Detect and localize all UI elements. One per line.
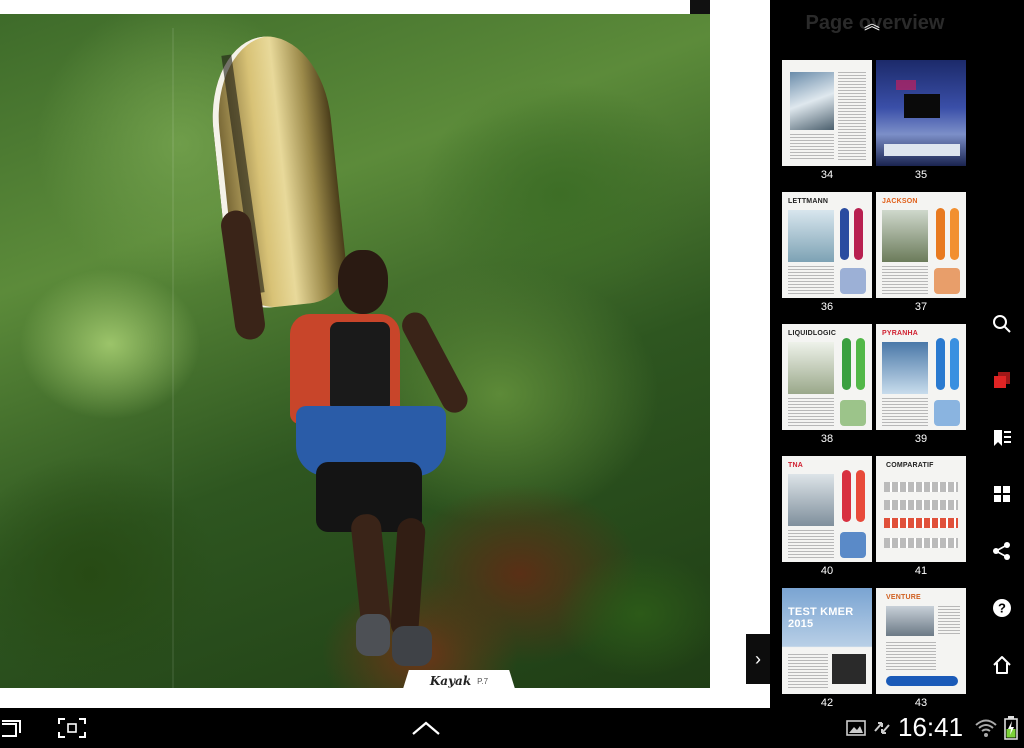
wifi-icon <box>975 719 997 737</box>
home-up-button[interactable] <box>408 714 444 742</box>
page-thumbnail[interactable]: 35 <box>876 60 966 192</box>
runner-vest <box>330 322 390 412</box>
collapse-panel-button[interactable]: ︽ <box>860 14 884 36</box>
thumbnail-row: 34 35 <box>782 60 968 192</box>
page-number: 40 <box>820 565 834 577</box>
thumbnail-title: VENTURE <box>886 594 921 601</box>
thumbnail-title: TEST KMER 2015 <box>788 606 854 630</box>
thumbnail-title: COMPARATIF <box>886 462 934 469</box>
svg-text:?: ? <box>998 601 1006 616</box>
grid-icon <box>994 486 1010 502</box>
page-thumbnail[interactable]: TNA 40 <box>782 456 872 588</box>
page-number: 38 <box>820 433 834 445</box>
page-number: 43 <box>914 697 928 708</box>
page-thumbnail[interactable]: PYRANHA 39 <box>876 324 966 456</box>
page-number: 36 <box>820 301 834 313</box>
runner-head <box>338 250 388 314</box>
double-chevron-up-icon: ︽ <box>863 16 880 33</box>
thumbnail-title: JACKSON <box>882 198 918 205</box>
page-number: 42 <box>820 697 834 708</box>
action-bar: ? <box>980 0 1024 708</box>
page-overview-panel: Page overview ︽ 34 35 LETTMANN 36 JACKSO… <box>770 0 980 708</box>
thumbnail-image: JACKSON <box>876 192 966 298</box>
sync-icon <box>874 722 890 734</box>
home-up-icon <box>412 721 440 735</box>
home-icon <box>993 656 1011 674</box>
folio-page-number: P.7 <box>477 676 489 686</box>
page-number: 34 <box>820 169 834 181</box>
panel-toggle-button[interactable]: › <box>746 634 770 684</box>
page-folio: Kayak P.7 <box>402 670 516 692</box>
thumbnail-image: LETTMANN <box>782 192 872 298</box>
bookmarks-button[interactable] <box>988 424 1016 452</box>
thumbnail-image: TNA <box>782 456 872 562</box>
page-thumbnail[interactable]: TEST KMER 2015 42 <box>782 588 872 708</box>
runner-leg <box>389 517 427 639</box>
recent-apps-button[interactable] <box>0 714 24 742</box>
thumbnail-title: LIQUIDLOGIC <box>788 330 837 337</box>
search-button[interactable] <box>988 310 1016 338</box>
spread-photo[interactable] <box>0 14 710 688</box>
folio-brand: Kayak <box>429 674 472 688</box>
page-thumbnail[interactable]: 34 <box>782 60 872 192</box>
wifi-status <box>974 714 998 742</box>
share-button[interactable] <box>988 537 1016 565</box>
thumbnail-image <box>876 60 966 166</box>
thumbnail-grid: 34 35 LETTMANN 36 JACKSON 37 LIQUIDLOGIC… <box>782 60 968 708</box>
page-number: 35 <box>914 169 928 181</box>
thumbnail-title: PYRANHA <box>882 330 919 337</box>
page-thumbnail[interactable]: JACKSON 37 <box>876 192 966 324</box>
thumbnail-row: LIQUIDLOGIC 38 PYRANHA 39 <box>782 324 968 456</box>
page-thumbnail[interactable]: COMPARATIF 41 <box>876 456 966 588</box>
home-button[interactable] <box>988 651 1016 679</box>
bookmarks-icon <box>994 430 1011 446</box>
thumbnail-title: TNA <box>788 462 803 469</box>
system-navigation-bar: 16:41 <box>0 708 1024 748</box>
battery-icon <box>1004 716 1018 740</box>
gallery-icon <box>846 720 866 736</box>
page-number: 39 <box>914 433 928 445</box>
pages-button[interactable] <box>988 366 1016 394</box>
chevron-right-icon: › <box>755 648 761 669</box>
thumbnail-row: TEST KMER 2015 42 VENTURE 43 <box>782 588 968 708</box>
page-thumbnail[interactable]: LETTMANN 36 <box>782 192 872 324</box>
screenshot-button[interactable] <box>54 714 90 742</box>
status-clock: 16:41 <box>898 712 964 742</box>
thumbnail-image <box>782 60 872 166</box>
battery-status <box>1000 714 1022 742</box>
help-icon: ? <box>993 599 1011 617</box>
thumbnail-title: LETTMANN <box>788 198 829 205</box>
thumbnail-row: TNA 40 COMPARATIF 41 <box>782 456 968 588</box>
page-gutter <box>172 28 174 688</box>
runner-shoe <box>356 614 390 656</box>
page-thumbnail[interactable]: VENTURE 43 <box>876 588 966 708</box>
thumbnail-image: TEST KMER 2015 <box>782 588 872 694</box>
share-icon <box>993 542 1010 560</box>
recent-apps-icon <box>2 720 21 737</box>
thumbnail-image: VENTURE <box>876 588 966 694</box>
sync-notification[interactable] <box>870 714 894 742</box>
runner-shoe <box>392 626 432 666</box>
search-icon <box>993 315 1011 333</box>
help-button[interactable]: ? <box>988 594 1016 622</box>
page-top-margin <box>0 0 690 14</box>
pages-icon <box>994 372 1010 388</box>
thumbnail-row: LETTMANN 36 JACKSON 37 <box>782 192 968 324</box>
screenshot-icon <box>58 718 86 738</box>
thumbnail-image: PYRANHA <box>876 324 966 430</box>
thumbnail-image: LIQUIDLOGIC <box>782 324 872 430</box>
grid-button[interactable] <box>988 480 1016 508</box>
page-number: 41 <box>914 565 928 577</box>
magazine-reader[interactable]: Kayak P.7 › <box>0 0 770 708</box>
page-thumbnail[interactable]: LIQUIDLOGIC 38 <box>782 324 872 456</box>
runner-arm <box>397 307 473 418</box>
thumbnail-image: COMPARATIF <box>876 456 966 562</box>
gallery-notification[interactable] <box>844 714 868 742</box>
page-number: 37 <box>914 301 928 313</box>
